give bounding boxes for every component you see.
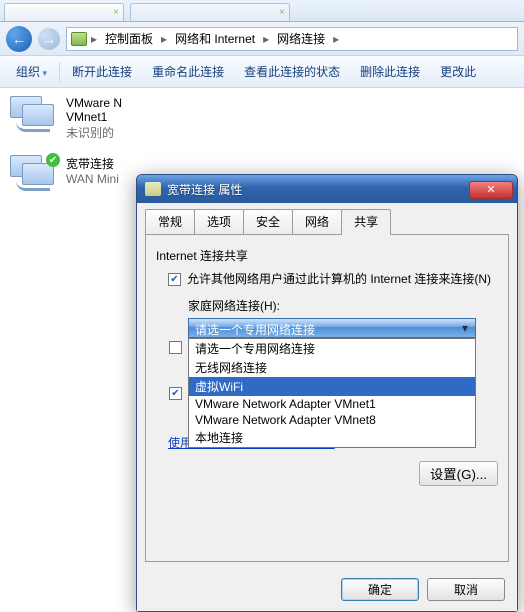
connected-badge-icon: ✔ <box>46 153 60 167</box>
dropdown-item[interactable]: VMware Network Adapter VMnet8 <box>189 412 475 428</box>
tab-network[interactable]: 网络 <box>292 209 342 234</box>
dropdown-item[interactable]: VMware Network Adapter VMnet1 <box>189 396 475 412</box>
chevron-right-icon[interactable]: ▸ <box>261 32 271 46</box>
tab-strip: 常规 选项 安全 网络 共享 <box>137 203 517 234</box>
dropdown-selected-text: 请选一个专用网络连接 <box>195 323 315 337</box>
ok-button[interactable]: 确定 <box>341 578 419 601</box>
content-area: VMware N VMnet1 未识别的 ✔ 宽带连接 WAN Mini 宽带连… <box>0 88 524 217</box>
tab-security[interactable]: 安全 <box>243 209 293 234</box>
rename-button[interactable]: 重命名此连接 <box>142 59 234 84</box>
adapter-title: VMware N <box>66 96 122 110</box>
command-bar: 组织 断开此连接 重命名此连接 查看此连接的状态 删除此连接 更改此 <box>0 56 524 88</box>
network-folder-icon <box>71 32 87 46</box>
breadcrumb[interactable]: ▸ 控制面板 ▸ 网络和 Internet ▸ 网络连接 ▸ <box>66 27 518 51</box>
dropdown-selected[interactable]: 请选一个专用网络连接 ▾ <box>188 318 476 338</box>
home-network-label: 家庭网络连接(H): <box>188 297 500 314</box>
dialog-icon <box>145 182 161 196</box>
chevron-right-icon[interactable]: ▸ <box>89 32 99 46</box>
adapter-subtitle: VMnet1 <box>66 110 122 124</box>
chevron-down-icon[interactable]: ▾ <box>457 321 473 335</box>
network-adapter-item[interactable]: VMware N VMnet1 未识别的 <box>10 96 330 141</box>
dropdown-item-checkbox[interactable] <box>169 341 182 354</box>
address-bar: ← → ▸ 控制面板 ▸ 网络和 Internet ▸ 网络连接 ▸ <box>0 22 524 56</box>
tab-general[interactable]: 常规 <box>145 209 195 234</box>
tab-sharing[interactable]: 共享 <box>341 209 391 235</box>
tab-options[interactable]: 选项 <box>194 209 244 234</box>
group-title: Internet 连接共享 <box>156 247 500 264</box>
properties-dialog: 宽带连接 属性 ✕ 常规 选项 安全 网络 共享 Internet 连接共享 允… <box>136 174 518 612</box>
delete-button[interactable]: 删除此连接 <box>350 59 430 84</box>
browser-tab[interactable]: × <box>4 3 124 21</box>
chevron-right-icon[interactable]: ▸ <box>331 32 341 46</box>
cancel-button[interactable]: 取消 <box>427 578 505 601</box>
separator <box>59 62 60 82</box>
dropdown-item[interactable]: 虚拟WiFi <box>189 377 475 396</box>
dialog-title: 宽带连接 属性 <box>167 181 469 198</box>
adapter-status: WAN Mini <box>66 172 119 186</box>
allow-sharing-label: 允许其他网络用户通过此计算机的 Internet 连接来连接(N) <box>187 272 491 287</box>
breadcrumb-segment[interactable]: 网络和 Internet <box>171 28 259 49</box>
browser-tab[interactable]: × <box>130 3 290 21</box>
adapter-icon <box>10 96 58 136</box>
adapter-icon: ✔ <box>10 155 58 195</box>
dropdown-item[interactable]: 请选一个专用网络连接 <box>189 339 475 358</box>
tab-panel-sharing: Internet 连接共享 允许其他网络用户通过此计算机的 Internet 连… <box>145 234 509 562</box>
dropdown-item[interactable]: 本地连接 <box>189 428 475 447</box>
close-icon[interactable]: × <box>113 7 119 18</box>
chevron-right-icon[interactable]: ▸ <box>159 32 169 46</box>
close-icon[interactable]: × <box>279 7 285 18</box>
forward-button[interactable]: → <box>38 28 60 50</box>
disconnect-button[interactable]: 断开此连接 <box>62 59 142 84</box>
change-button[interactable]: 更改此 <box>430 59 486 84</box>
allow-sharing-checkbox[interactable] <box>168 273 181 286</box>
adapter-status: 未识别的 <box>66 124 122 141</box>
dropdown-item-checkbox[interactable]: ✔ <box>169 387 182 400</box>
breadcrumb-segment[interactable]: 网络连接 <box>273 28 329 49</box>
dropdown-item[interactable]: 无线网络连接 <box>189 358 475 377</box>
dialog-titlebar[interactable]: 宽带连接 属性 ✕ <box>137 175 517 203</box>
back-button[interactable]: ← <box>6 26 32 52</box>
settings-button[interactable]: 设置(G)... <box>419 461 498 486</box>
breadcrumb-segment[interactable]: 控制面板 <box>101 28 157 49</box>
dropdown-list: 请选一个专用网络连接 无线网络连接 虚拟WiFi ✔ VMware Networ… <box>188 338 476 448</box>
browser-tab-strip: × × <box>0 0 524 22</box>
adapter-title: 宽带连接 <box>66 155 119 172</box>
close-button[interactable]: ✕ <box>469 181 513 199</box>
view-status-button[interactable]: 查看此连接的状态 <box>234 59 350 84</box>
organize-menu[interactable]: 组织 <box>6 59 57 84</box>
home-network-dropdown[interactable]: 请选一个专用网络连接 ▾ 请选一个专用网络连接 无线网络连接 虚拟WiFi ✔ … <box>188 318 476 338</box>
